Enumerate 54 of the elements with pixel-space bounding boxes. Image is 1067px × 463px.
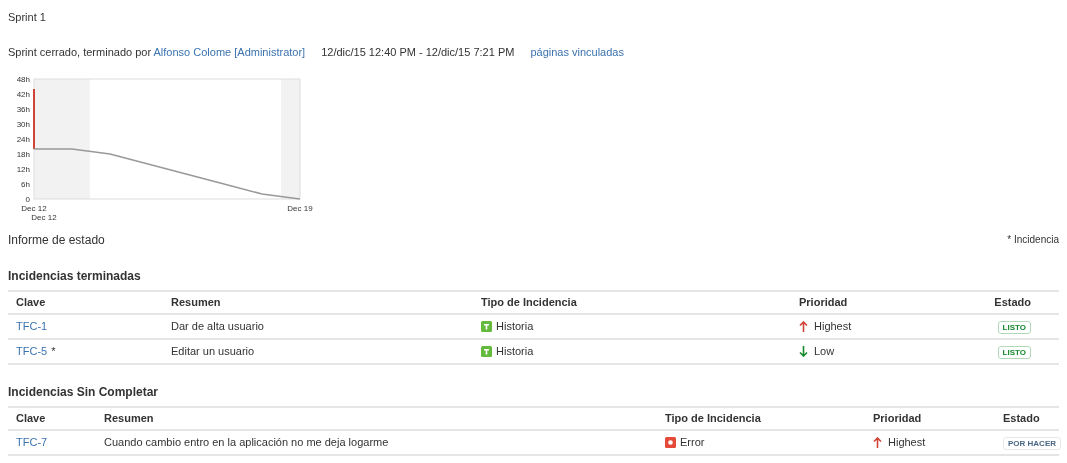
y-tick-label: 6h: [21, 179, 30, 189]
asterisk-mark: *: [51, 343, 56, 359]
arrow-up-icon: [799, 320, 808, 332]
linked-pages-link[interactable]: páginas vinculadas: [530, 44, 624, 61]
y-tick-label: 12h: [16, 164, 30, 174]
sprint-title: Sprint 1: [8, 10, 47, 25]
y-tick-label: 48h: [16, 74, 30, 84]
status-lozenge: POR HACER: [1003, 436, 1061, 450]
issue-type-label: Historia: [496, 343, 534, 359]
issue-key-link[interactable]: TFC-7: [16, 433, 48, 451]
story-icon: [481, 345, 492, 357]
summary-cell-text: Cuando cambio entro en la aplicación no me deja logarme: [104, 434, 390, 450]
y-tick-label: 36h: [16, 104, 30, 114]
section-heading: Incidencias terminadas: [8, 267, 142, 285]
story-icon: [481, 320, 492, 332]
column-header: Tipo de Incidencia: [481, 294, 578, 310]
issue-key-link[interactable]: TFC-5: [16, 342, 48, 360]
sprint-dates: 12/dic/15 12:40 PM - 12/dic/15 7:21 PM: [321, 45, 515, 60]
column-header: Tipo de Incidencia: [665, 410, 762, 426]
issue-key-link[interactable]: TFC-1: [16, 317, 48, 335]
y-tick-label: 0: [25, 194, 30, 204]
arrow-up-icon: [873, 436, 882, 448]
column-header: Clave: [16, 410, 47, 426]
priority-label: Low: [814, 343, 835, 359]
summary-cell-text: Dar de alta usuario: [171, 318, 265, 334]
y-tick-label: 30h: [16, 119, 30, 129]
arrow-down-icon: [799, 345, 808, 357]
y-tick-label: 18h: [16, 149, 30, 159]
status-lozenge: LISTO: [997, 320, 1031, 334]
x-tick-label: Dec 19: [287, 203, 313, 213]
column-header: Estado: [1003, 410, 1041, 426]
sprint-status: Sprint cerrado, terminado por Alfonso Colome [Administrator]: [8, 45, 306, 60]
column-header: Prioridad: [799, 294, 849, 310]
x-tick-label: Dec 12: [21, 203, 47, 213]
section-heading: Incidencias Sin Completar: [8, 383, 160, 401]
issue-type-label: Error: [680, 434, 705, 450]
bug-icon: [665, 436, 676, 448]
priority-label: Highest: [888, 434, 926, 450]
summary-cell-text: Editar un usuario: [171, 343, 256, 359]
y-tick-label: 42h: [16, 89, 30, 99]
user-link[interactable]: Alfonso Colome [Administrator]: [153, 46, 306, 58]
issue-type-label: Historia: [496, 318, 534, 334]
column-header: Resumen: [171, 294, 222, 310]
x-annotation-label: Dec 12: [31, 212, 57, 222]
status-lozenge: LISTO: [997, 345, 1031, 359]
column-header: Clave: [16, 294, 47, 310]
scope-change-marker: [33, 87, 35, 150]
column-header: Prioridad: [873, 410, 923, 426]
y-tick-label: 24h: [16, 134, 30, 144]
report-title: Informe de estado: [8, 231, 105, 249]
priority-label: Highest: [814, 318, 852, 334]
column-header: Estado: [994, 294, 1032, 310]
legend-note: * Incidencia: [1007, 233, 1059, 247]
column-header: Resumen: [104, 410, 155, 426]
